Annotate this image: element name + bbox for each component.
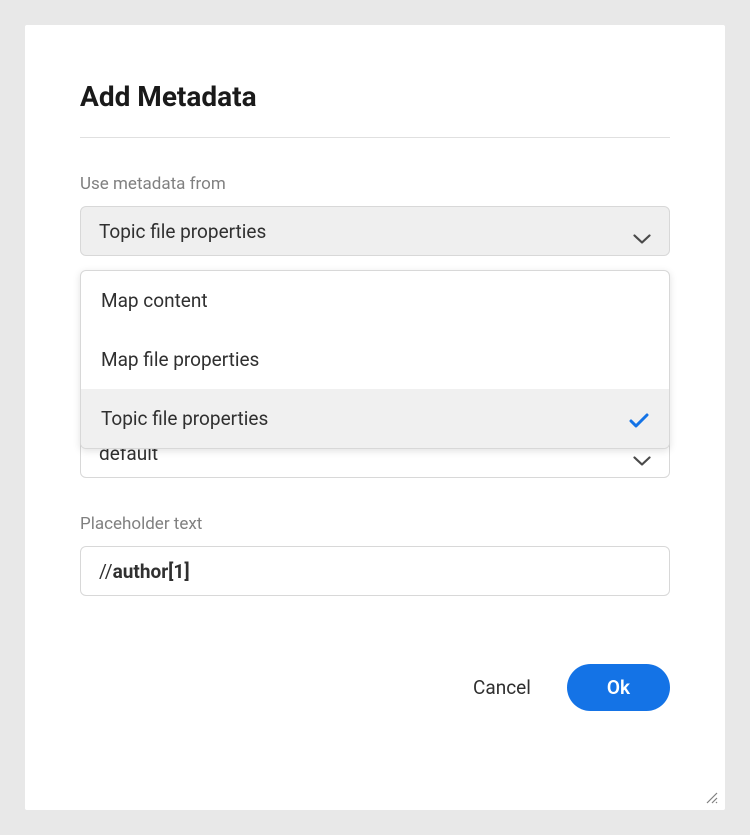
resize-handle[interactable]: [705, 790, 719, 804]
check-icon: [629, 411, 649, 427]
ok-button[interactable]: Ok: [567, 664, 670, 711]
metadata-source-dropdown: Map content Map file properties Topic fi…: [80, 270, 670, 449]
placeholder-text-label: Placeholder text: [80, 514, 670, 534]
dropdown-option-map-content[interactable]: Map content: [81, 271, 669, 330]
chevron-down-icon: [633, 226, 651, 236]
dropdown-option-topic-file-properties[interactable]: Topic file properties: [81, 389, 669, 448]
metadata-source-select[interactable]: Topic file properties: [80, 206, 670, 256]
chevron-down-icon: [633, 448, 651, 458]
button-row: Cancel Ok: [80, 664, 670, 711]
metadata-source-label: Use metadata from: [80, 174, 670, 194]
add-metadata-dialog: Add Metadata Use metadata from Topic fil…: [25, 25, 725, 810]
cancel-button[interactable]: Cancel: [465, 666, 539, 709]
placeholder-text-input[interactable]: //author[1]: [80, 546, 670, 596]
dialog-title: Add Metadata: [80, 80, 670, 113]
metadata-source-selected-value: Topic file properties: [99, 220, 266, 243]
dropdown-option-map-file-properties[interactable]: Map file properties: [81, 330, 669, 389]
dropdown-option-label: Topic file properties: [101, 407, 268, 430]
metadata-source-select-wrapper: Topic file properties Map content Map fi…: [80, 206, 670, 256]
dropdown-option-label: Map content: [101, 289, 208, 312]
divider: [80, 137, 670, 138]
dropdown-option-label: Map file properties: [101, 348, 259, 371]
placeholder-text-value: //author[1]: [99, 547, 651, 595]
